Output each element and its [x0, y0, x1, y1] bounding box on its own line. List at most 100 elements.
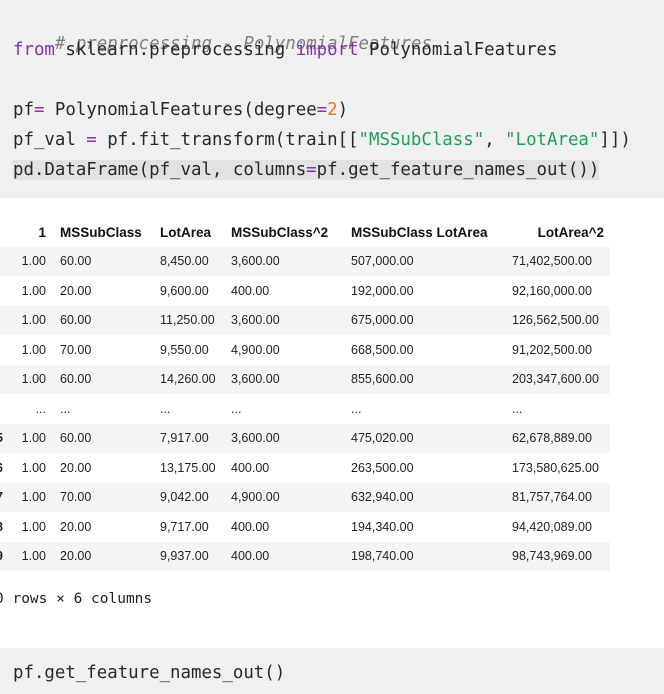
cell-mssubclass-lotarea: 475,020.00: [351, 431, 414, 445]
cell-mssubclass-sq: ...: [231, 401, 242, 416]
table-row: 1.00 60.00 11,250.00 3,600.00 675,000.00 126,…: [0, 306, 610, 335]
cell-mssubclass: 70.00: [60, 490, 92, 504]
table-row: 6 1.00 20.00 13,175.00 400.00 263,500.00 173,5…: [0, 453, 610, 483]
row-index: 9: [0, 542, 8, 571]
code-val-line: pf_val = pf.fit_transform(train[["MSSubC…: [13, 128, 631, 152]
cell-lotarea: 14,260.00: [160, 372, 216, 386]
row-index: [0, 336, 8, 365]
cell-lotarea: 9,042.00: [160, 490, 209, 504]
cell-mssubclass-sq: 400.00: [231, 283, 270, 298]
cell-mssubclass: 60.00: [60, 254, 92, 268]
cell-mssubclass-lotarea: 855,600.00: [351, 372, 414, 386]
import-module: sklearn.preprocessing: [54, 40, 296, 60]
keyword-from: from: [13, 40, 55, 60]
cell-bias: 1.00: [21, 254, 46, 268]
cell-lotarea-sq: 62,678,889.00: [512, 431, 592, 445]
cell-bias: ...: [35, 401, 46, 416]
cell-mssubclass-sq: 3,600.00: [231, 313, 280, 327]
table-row: 1.00 70.00 9,550.00 4,900.00 668,500.00 91,20…: [0, 335, 610, 365]
row-index: 8: [0, 513, 8, 542]
val-assign-op: =: [86, 130, 97, 150]
cell-mssubclass-lotarea: ...: [351, 401, 362, 416]
dataframe-summary: 0 rows × 6 columns: [0, 591, 153, 607]
cell-bias: 1.00: [21, 519, 46, 534]
pf-call: PolynomialFeatures(degree: [44, 100, 317, 120]
cell-lotarea: 13,175.00: [160, 460, 216, 475]
column-header-mssubclass-sq: MSSubClass^2: [231, 225, 329, 240]
row-index: 7: [0, 483, 8, 512]
cell-mssubclass-sq: 3,600.00: [231, 254, 280, 268]
pf-close: ): [337, 100, 349, 120]
pf-assign-op: =: [33, 100, 45, 120]
cell-lotarea: 9,550.00: [160, 342, 209, 357]
cell-lotarea-sq: 203,347,600.00: [512, 372, 599, 386]
cell-bias: 1.00: [21, 313, 46, 327]
cell-bias: 1.00: [21, 342, 46, 357]
cell-mssubclass-lotarea: 668,500.00: [351, 342, 414, 357]
pf-degree-value: 2: [327, 100, 338, 120]
code-pf-line: pf= PolynomialFeatures(degree=2): [13, 98, 348, 122]
val-close: ]]): [599, 130, 631, 150]
table-row: 1.00 20.00 9,600.00 400.00 192,000.00 92,160,…: [0, 276, 610, 306]
cell-mssubclass-lotarea: 675,000.00: [351, 313, 414, 327]
cell-mssubclass-sq: 3,600.00: [231, 431, 280, 445]
val-variable: pf_val: [13, 130, 87, 150]
row-index: 6: [0, 454, 8, 483]
cell-mssubclass-lotarea: 198,740.00: [351, 549, 414, 563]
cell-lotarea-sq: ...: [512, 401, 523, 416]
row-index: [0, 247, 8, 276]
cell-bias: 1.00: [21, 460, 46, 475]
pf-variable: pf: [13, 100, 34, 120]
cell-lotarea-sq: 126,562,500.00: [512, 313, 599, 327]
cell-mssubclass: 20.00: [60, 549, 92, 563]
cell-mssubclass-sq: 400.00: [231, 519, 270, 534]
row-index: [0, 365, 8, 394]
cell-mssubclass-sq: 400.00: [231, 460, 270, 475]
cell-lotarea: ...: [160, 401, 171, 416]
cell-mssubclass-sq: 4,900.00: [231, 490, 280, 504]
df-rest: pf.get_feature_names_out()): [316, 160, 600, 180]
cell-lotarea-sq: 173,580,625.00: [512, 460, 599, 475]
row-index: [0, 306, 8, 335]
cell-lotarea: 11,250.00: [160, 313, 215, 327]
table-row: 8 1.00 20.00 9,717.00 400.00 194,340.00 94,420…: [0, 512, 610, 542]
cell-lotarea: 7,917.00: [160, 431, 209, 445]
code-feature-names-line: pf.get_feature_names_out(): [13, 663, 286, 683]
code-df-line: pd.DataFrame(pf_val, columns=pf.get_feat…: [13, 158, 600, 182]
code-cell-feature-names[interactable]: pf.get_feature_names_out(): [0, 648, 664, 694]
val-string-mssubclass: "MSSubClass": [358, 130, 485, 150]
df-call: pd.DataFrame(pf_val, columns: [13, 160, 307, 180]
cell-mssubclass-lotarea: 632,940.00: [351, 490, 414, 504]
cell-bias: 1.00: [21, 549, 46, 563]
code-import-line: from sklearn.preprocessing import Polyno…: [13, 38, 557, 62]
cell-bias: 1.00: [21, 283, 46, 298]
cell-lotarea-sq: 81,757,764.00: [512, 490, 592, 504]
table-row: 1.00 60.00 14,260.00 3,600.00 855,600.00 203,…: [0, 365, 610, 394]
import-name: PolynomialFeatures: [358, 40, 558, 60]
keyword-import: import: [295, 40, 359, 60]
row-index: 5: [0, 424, 8, 453]
cell-lotarea-sq: 71,402,500.00: [512, 254, 592, 268]
cell-mssubclass: 60.00: [60, 372, 92, 386]
cell-lotarea: 9,937.00: [160, 549, 209, 563]
cell-lotarea-sq: 94,420,089.00: [512, 519, 592, 534]
table-row: 9 1.00 20.00 9,937.00 400.00 198,740.00 98,743…: [0, 542, 610, 571]
cell-lotarea-sq: 98,743,969.00: [512, 549, 592, 563]
table-row: 1.00 60.00 8,450.00 3,600.00 507,000.00 71,40…: [0, 247, 610, 276]
cell-lotarea-sq: 92,160,000.00: [512, 283, 592, 298]
cell-mssubclass-sq: 3,600.00: [231, 372, 280, 386]
column-header-mssubclass: MSSubClass: [60, 225, 142, 240]
cell-bias: 1.00: [21, 372, 46, 386]
cell-mssubclass-lotarea: 507,000.00: [351, 254, 414, 268]
cell-mssubclass: 20.00: [60, 460, 92, 475]
row-index: [0, 277, 8, 306]
column-header-lotarea: LotArea: [160, 225, 212, 240]
val-comma: ,: [484, 130, 506, 150]
cell-lotarea: 8,450.00: [160, 254, 209, 268]
code-cell-preprocessing[interactable]: # preprocessing - PolynomialFeatures fro…: [0, 0, 664, 198]
row-index: [0, 395, 8, 424]
df-assign-op: =: [306, 160, 317, 180]
val-call: pf.fit_transform(train[[: [96, 130, 359, 150]
cell-lotarea: 9,600.00: [160, 283, 209, 298]
table-row: 5 1.00 60.00 7,917.00 3,600.00 475,020.00 62,6…: [0, 424, 610, 453]
